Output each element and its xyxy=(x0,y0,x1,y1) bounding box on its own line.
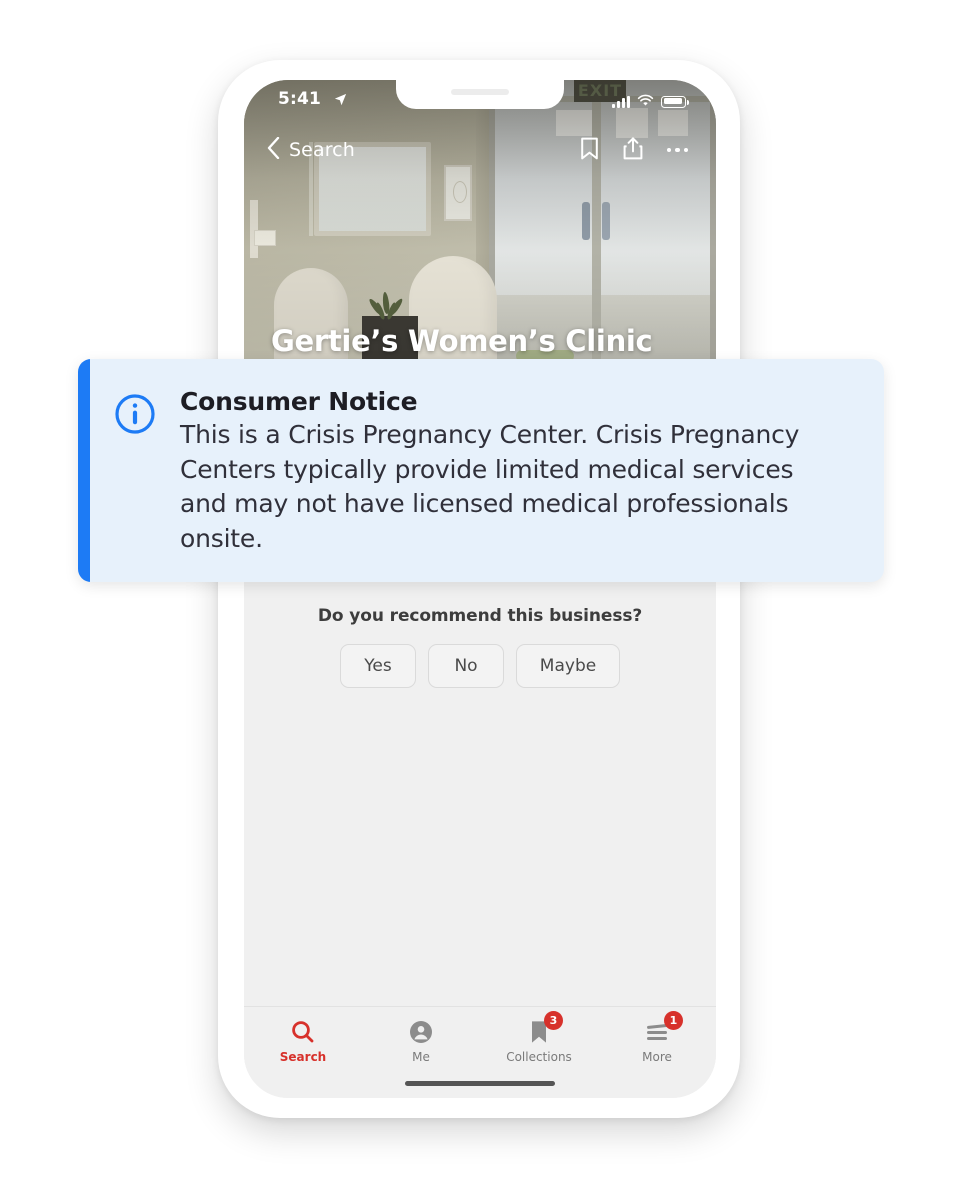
bookmark-filled-icon: 3 xyxy=(528,1011,563,1047)
share-icon[interactable] xyxy=(623,136,643,164)
consumer-notice-card: Consumer Notice This is a Crisis Pregnan… xyxy=(78,359,884,582)
device-notch xyxy=(396,80,564,109)
notice-text: Consumer Notice This is a Crisis Pregnan… xyxy=(180,387,800,556)
tab-more[interactable]: 1 More xyxy=(598,1011,716,1064)
recommend-no-button[interactable]: No xyxy=(428,644,504,688)
badge-count: 3 xyxy=(544,1011,563,1030)
back-button-label: Search xyxy=(289,139,355,161)
tab-label: Collections xyxy=(506,1050,572,1064)
hamburger-menu-icon: 1 xyxy=(644,1011,683,1047)
badge-count: 1 xyxy=(664,1011,683,1030)
tab-label: More xyxy=(642,1050,672,1064)
ellipsis-icon[interactable] xyxy=(666,147,688,153)
phone-screen: EXIT Gertie’s Women’s Clinic 5:41 xyxy=(244,80,716,1098)
back-button[interactable]: Search xyxy=(267,136,355,163)
screenshot-canvas: EXIT Gertie’s Women’s Clinic 5:41 xyxy=(0,0,960,1183)
location-arrow-icon xyxy=(333,92,348,111)
home-indicator[interactable] xyxy=(405,1081,555,1086)
magnifier-icon xyxy=(290,1017,316,1047)
info-circle-icon xyxy=(114,393,156,556)
cellular-signal-icon xyxy=(612,95,630,108)
notice-description: This is a Crisis Pregnancy Center. Crisi… xyxy=(180,420,800,553)
nav-actions xyxy=(580,136,688,164)
recommend-yes-button[interactable]: Yes xyxy=(340,644,416,688)
status-indicators xyxy=(612,92,689,111)
status-time: 5:41 xyxy=(278,89,322,109)
tab-label: Me xyxy=(412,1050,430,1064)
notice-title: Consumer Notice xyxy=(180,387,418,416)
recommend-maybe-button[interactable]: Maybe xyxy=(516,644,620,688)
earpiece-speaker xyxy=(451,89,509,95)
notice-body: Consumer Notice This is a Crisis Pregnan… xyxy=(90,359,826,582)
chevron-left-icon xyxy=(267,136,280,163)
person-circle-icon xyxy=(408,1017,434,1047)
tab-collections[interactable]: 3 Collections xyxy=(480,1011,598,1064)
recommend-options: Yes No Maybe xyxy=(244,644,716,688)
recommend-question: Do you recommend this business? xyxy=(317,606,643,626)
tab-search[interactable]: Search xyxy=(244,1017,362,1064)
bottom-tab-bar: Search Me 3 Collections 1 More xyxy=(244,1006,716,1098)
nav-bar: Search xyxy=(244,130,716,170)
recommend-section: Do you recommend this business? Yes No M… xyxy=(244,578,716,688)
notice-accent-bar xyxy=(78,359,90,582)
tab-label: Search xyxy=(279,1050,327,1064)
bookmark-icon[interactable] xyxy=(580,137,599,164)
battery-icon xyxy=(661,95,689,108)
tab-me[interactable]: Me xyxy=(362,1017,480,1064)
wifi-icon xyxy=(637,92,654,111)
page-title: Gertie’s Women’s Clinic xyxy=(271,324,653,358)
